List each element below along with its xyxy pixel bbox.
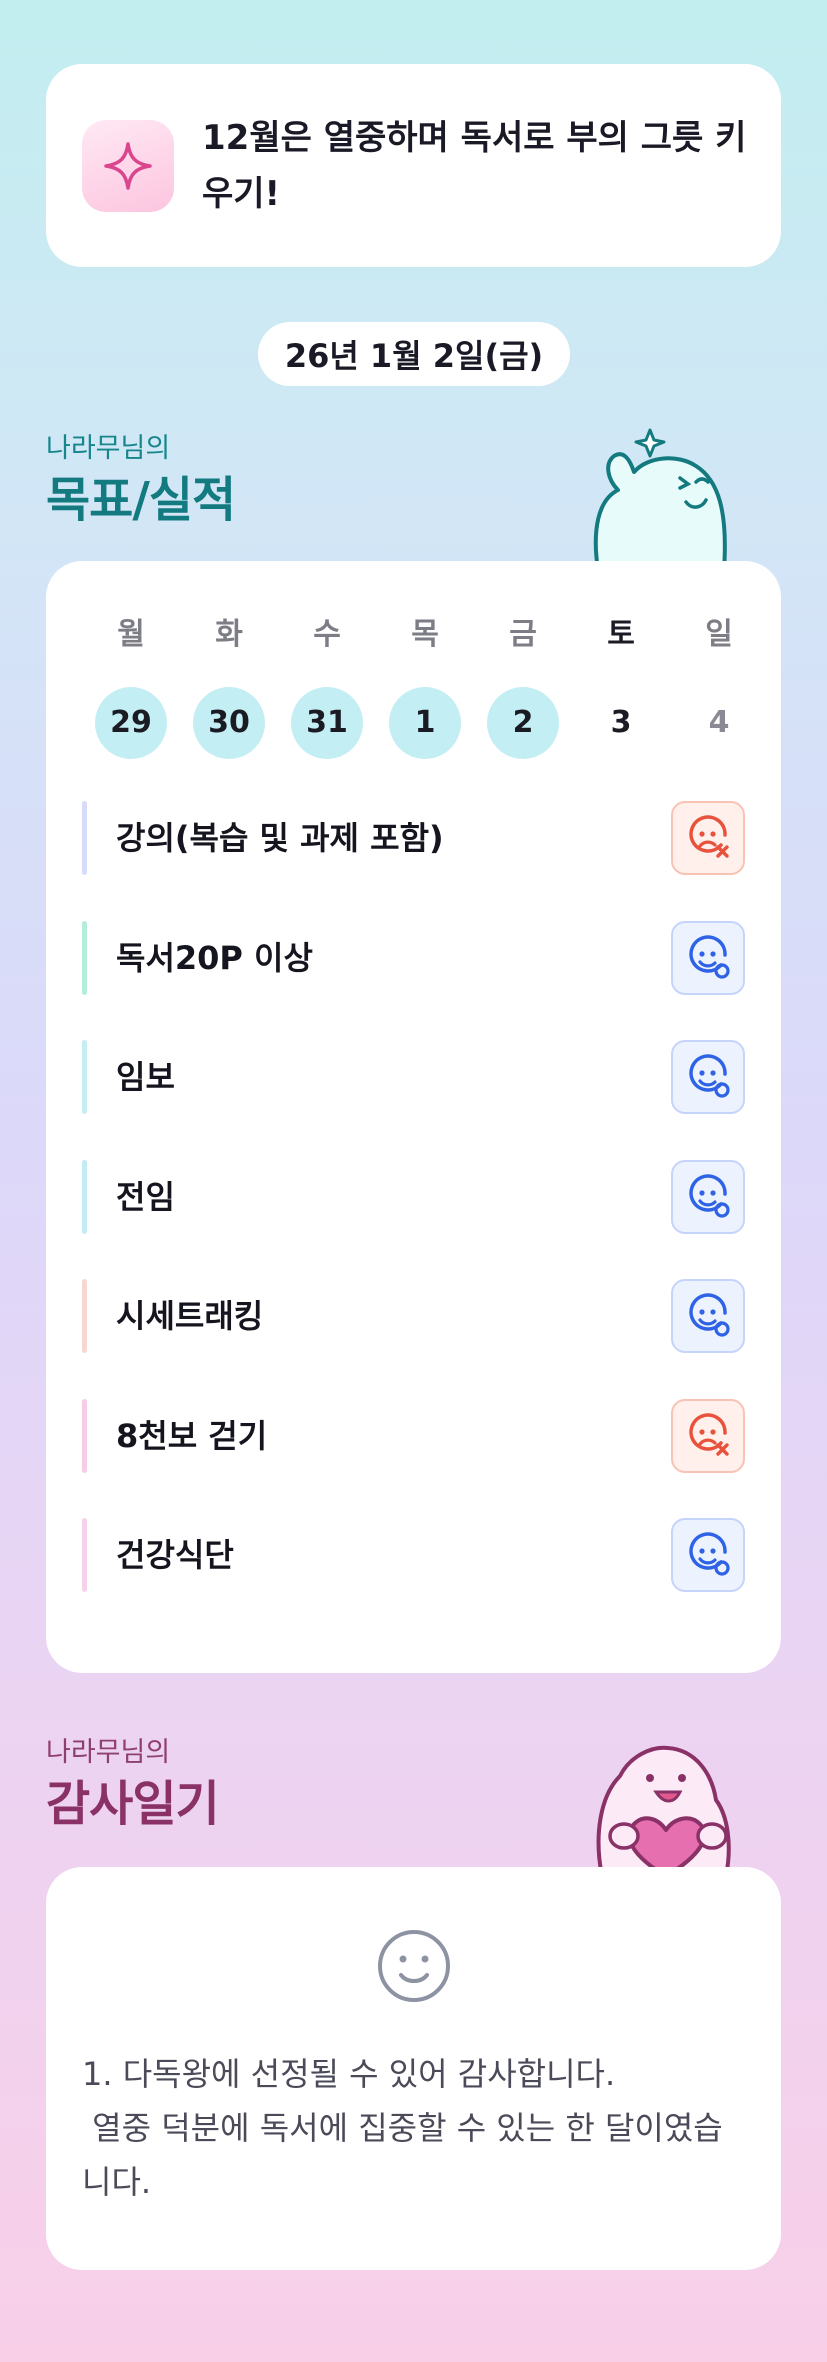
goal-label: 8천보 걷기 [116,1416,268,1455]
mascot-heart-illustration [596,1745,731,1876]
weekday-label: 일 [705,617,733,652]
calendar-day[interactable]: 4 [670,687,768,759]
goal-label: 건강식단 [116,1536,234,1574]
calendar-day-number: 31 [291,687,363,759]
goal-row[interactable]: 강의(복습 및 과제 포함) [82,801,745,875]
goal-color-bar [82,1040,87,1114]
goal-label: 전임 [116,1177,175,1216]
goal-achieved-icon[interactable] [671,920,745,995]
goal-achieved-icon[interactable] [671,1159,745,1234]
weekday-label: 화 [215,617,243,652]
thanks-section-title: 감사일기 [46,1776,220,1832]
smile-icon [378,1930,450,2002]
goal-label: 강의(복습 및 과제 포함) [116,819,444,857]
goal-row[interactable]: 8천보 걷기 [82,1398,745,1473]
weekday-label: 토 [607,617,635,652]
mascot-cheer-illustration [593,428,727,570]
goal-row[interactable]: 건강식단 [82,1518,745,1592]
goals-section-title: 목표/실적 [46,472,236,528]
calendar-day-number: 29 [95,687,167,759]
weekday-label: 목 [411,617,439,652]
goal-row[interactable]: 전임 [82,1159,745,1234]
calendar-day[interactable]: 3 [572,687,670,759]
goals-card: 월 화 수 목 금 토 일 29 30 31 1 2 3 4 강의(복습 및 과제 포함) 독서20P 이… [46,561,781,1673]
goal-color-bar [82,920,87,995]
goal-missed-icon[interactable] [671,1398,745,1473]
calendar-day-number: 2 [487,687,559,759]
calendar-day-number: 3 [610,705,632,740]
goal-color-bar [82,1279,87,1353]
weekday-label: 금 [509,617,537,652]
goal-color-bar [82,1518,87,1592]
week-calendar: 월 화 수 목 금 토 일 29 30 31 1 2 3 4 [82,613,745,759]
weekday-label: 월 [117,617,145,652]
motto-text: 12월은 열중하며 독서로 부의 그릇 키우기! [202,118,747,214]
thanks-diary-card: 1. 다독왕에 선정될 수 있어 감사합니다. 열중 덕분에 독서에 집중할 수… [46,1867,781,2270]
goal-missed-icon[interactable] [671,801,745,875]
calendar-day[interactable]: 31 [278,687,376,759]
calendar-day[interactable]: 30 [180,687,278,759]
goal-label: 독서20P 이상 [116,938,313,977]
weekday-label: 수 [313,617,341,652]
motto-card: 12월은 열중하며 독서로 부의 그릇 키우기! [46,64,781,267]
goal-row[interactable]: 독서20P 이상 [82,920,745,995]
date-selector[interactable]: 26년 1월 2일(금) [258,322,570,386]
calendar-day-number: 4 [708,705,730,740]
goal-color-bar [82,1159,87,1234]
goal-row[interactable]: 임보 [82,1040,745,1114]
sparkle-icon [82,120,174,212]
calendar-day-number: 30 [193,687,265,759]
goal-achieved-icon[interactable] [671,1518,745,1592]
goal-row[interactable]: 시세트래킹 [82,1279,745,1353]
goal-achieved-icon[interactable] [671,1040,745,1114]
calendar-day[interactable]: 29 [82,687,180,759]
calendar-day[interactable]: 1 [376,687,474,759]
goal-color-bar [82,1398,87,1473]
goal-color-bar [82,801,87,875]
goal-label: 시세트래킹 [116,1297,264,1335]
calendar-day[interactable]: 2 [474,687,572,759]
goal-achieved-icon[interactable] [671,1279,745,1353]
diary-text: 1. 다독왕에 선정될 수 있어 감사합니다. 열중 덕분에 독서에 집중할 수… [82,2055,723,2201]
goal-label: 임보 [116,1058,175,1096]
calendar-day-number: 1 [389,687,461,759]
